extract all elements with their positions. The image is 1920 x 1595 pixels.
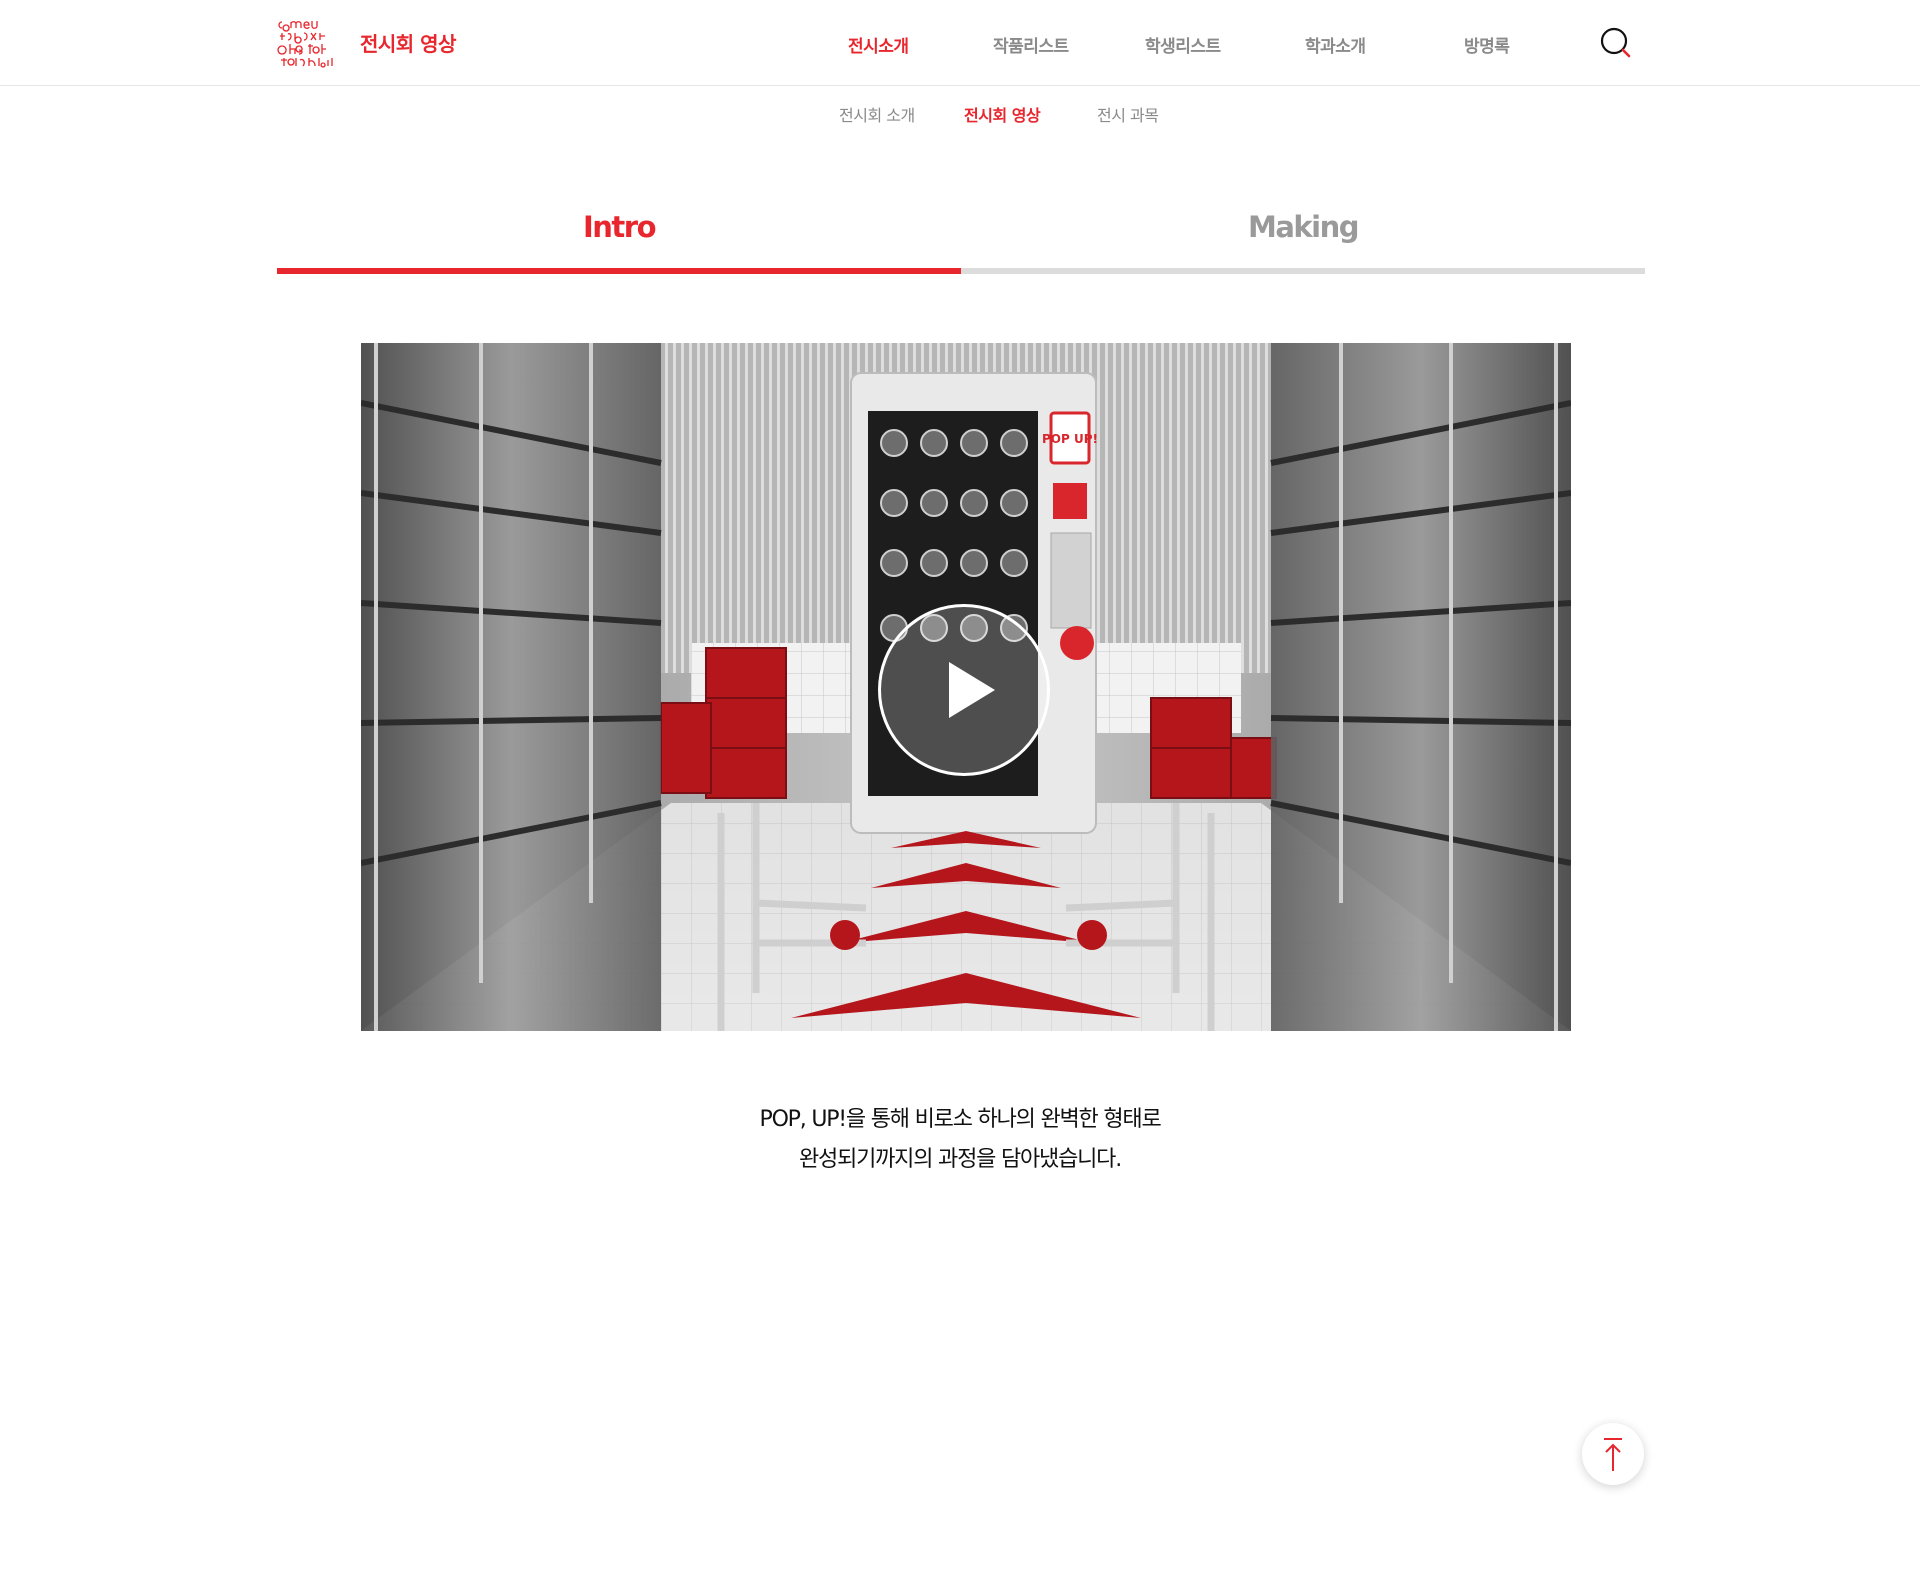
poster-sign-text: POP UP! xyxy=(1042,432,1098,446)
play-icon xyxy=(949,662,995,718)
play-button[interactable] xyxy=(878,604,1050,776)
search-button[interactable] xyxy=(1600,27,1632,59)
back-to-top-button[interactable] xyxy=(1582,1423,1644,1485)
subnav-exhibition-courses[interactable]: 전시 과목 xyxy=(1097,102,1159,126)
page-label: 전시회 영상 xyxy=(360,32,456,56)
arrow-up-icon xyxy=(1604,1438,1622,1471)
logo[interactable] xyxy=(276,16,344,68)
description-line-1: POP, UP!을 통해 비로소 하나의 완벽한 형태로 xyxy=(759,1107,1162,1132)
video-description: POP, UP!을 통해 비로소 하나의 완벽한 형태로 완성되기까지의 과정을… xyxy=(560,1100,1360,1180)
nav-item-students-list[interactable]: 학생리스트 xyxy=(1145,32,1221,57)
tab-making-label: Making xyxy=(1247,210,1360,244)
subnav-exhibition-intro[interactable]: 전시회 소개 xyxy=(839,102,915,126)
logo-mark xyxy=(277,21,333,68)
subnav-exhibition-video[interactable]: 전시회 영상 xyxy=(964,102,1041,126)
tab-intro-indicator xyxy=(277,268,961,274)
tab-making-indicator xyxy=(961,268,1645,274)
nav-item-exhibition-intro[interactable]: 전시소개 xyxy=(848,32,909,57)
tab-intro[interactable]: Intro xyxy=(277,202,961,274)
site-header: 전시회 영상 전시소개 작품리스트 학생리스트 학과소개 방명록 xyxy=(0,0,1920,86)
description-line-2: 완성되기까지의 과정을 담아냈습니다. xyxy=(798,1147,1122,1172)
nav-item-guestbook[interactable]: 방명록 xyxy=(1464,32,1510,57)
search-icon xyxy=(1600,27,1631,58)
nav-item-department-intro[interactable]: 학과소개 xyxy=(1305,32,1366,57)
tab-making[interactable]: Making xyxy=(961,202,1645,274)
tab-intro-label: Intro xyxy=(582,210,657,244)
nav-item-works-list[interactable]: 작품리스트 xyxy=(993,32,1069,57)
